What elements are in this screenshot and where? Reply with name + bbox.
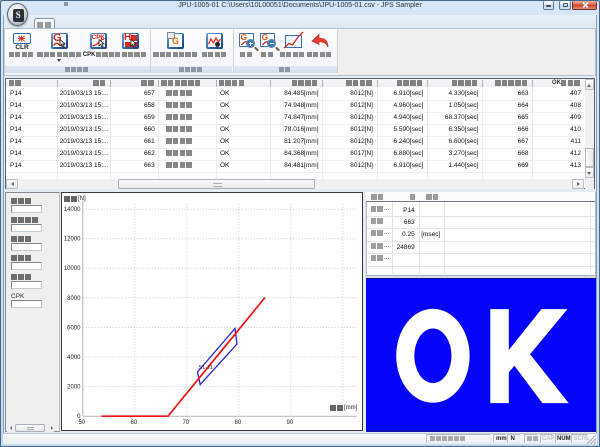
svg-text:80: 80 [234, 420, 241, 426]
svg-text:8000: 8000 [67, 295, 81, 301]
svg-text:S1-J1: S1-J1 [198, 365, 212, 371]
svg-text:14000: 14000 [63, 207, 80, 213]
svg-text:10000: 10000 [63, 266, 80, 272]
svg-text:12000: 12000 [63, 236, 80, 242]
svg-text:50: 50 [78, 420, 85, 426]
svg-text:70: 70 [182, 420, 189, 426]
svg-text:4000: 4000 [67, 354, 81, 360]
svg-text:90: 90 [286, 420, 293, 426]
svg-text:60: 60 [130, 420, 137, 426]
svg-text:2000: 2000 [67, 384, 81, 390]
svg-text:6000: 6000 [67, 325, 81, 331]
